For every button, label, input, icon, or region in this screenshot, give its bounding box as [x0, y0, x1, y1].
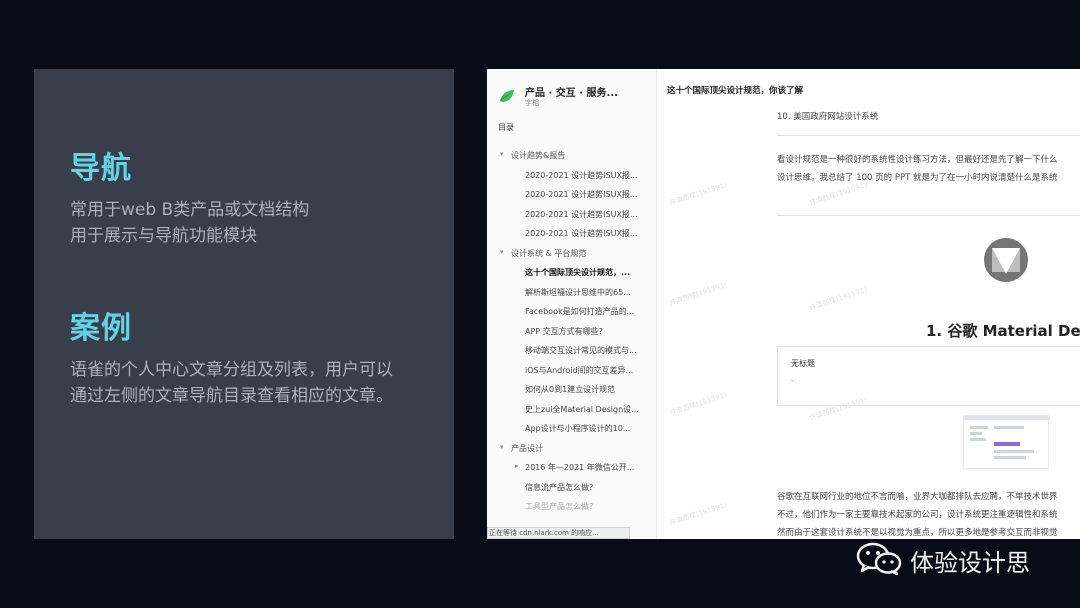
toc-item-label: 如何从0到1建立设计规范	[525, 385, 616, 394]
toc-item[interactable]: 移动端交互设计常见的模式与...	[487, 342, 657, 362]
toc-item[interactable]: 解析斯坦福设计思维中的65...	[487, 284, 657, 304]
toc-item[interactable]: App设计与小程序设计的10...	[487, 420, 657, 440]
section-title-navigation: 导航	[70, 151, 132, 186]
material-design-logo-icon	[984, 238, 1028, 282]
toc-item-label: 2020-2021 设计趋势ISUX报...	[525, 229, 638, 238]
watermark: 许滇西楼(191591)	[808, 285, 868, 313]
chevron-down-icon[interactable]: ▾	[500, 443, 504, 451]
watermark: 许滇西楼(191591)	[668, 280, 728, 308]
embed-card[interactable]: 无标题 -	[777, 346, 1080, 406]
paragraph-line: 看设计规范是一种很好的系统性设计练习方法，但最好还是先了解一下什么	[777, 155, 1058, 165]
watermark: 许滇西楼(191591)	[668, 180, 728, 208]
chevron-down-icon[interactable]: ▾	[500, 150, 504, 158]
toc-item-label: Facebook是如何打造产品的...	[525, 307, 635, 316]
thumbnail-block	[994, 450, 1034, 453]
info-card: 导航 常用于web B类产品或文档结构 用于展示与导航功能模块 案例 语雀的个人…	[34, 69, 454, 539]
navigation-description: 常用于web B类产品或文档结构 用于展示与导航功能模块	[70, 197, 309, 249]
yuque-screenshot: 产品 · 交互 · 服务... 宇相 目录 ▾ 设计趋势&报告 2020-2021 …	[487, 69, 1080, 539]
paragraph-line: 不过，他们作为一家主要靠技术起家的公司，设计系统更注重逻辑性和系统	[777, 510, 1058, 520]
yuque-logo-icon	[499, 90, 514, 102]
toc-item[interactable]: iOS与Android间的交互差异...	[487, 362, 657, 382]
paragraph-line: 谷歌在互联网行业的地位不言而喻，业界大咖都排队去应聘，不单技术世界	[777, 492, 1058, 502]
toc-group[interactable]: ▾ 设计系统 & 平台规范	[487, 245, 657, 265]
toc-item-label: APP 交互方式有哪些?	[525, 326, 603, 336]
toc-item-label: 工具型产品怎么做?	[525, 502, 594, 511]
toc-item[interactable]: ▸ 2016 年—2021 年微信公开...	[487, 459, 657, 479]
article-main: 这十个国际顶尖设计规范，你该了解 10. 美国政府网站设计系统 看设计规范是一种…	[658, 69, 1080, 539]
book-title[interactable]: 产品 · 交互 · 服务...	[525, 84, 618, 99]
brand-name: 体验设计思	[910, 549, 1030, 577]
toc-item-label: 这十个国际顶尖设计规范，...	[525, 268, 631, 277]
toc-item[interactable]: Facebook是如何打造产品的...	[487, 303, 657, 323]
toc-item[interactable]: 2020-2021 设计趋势ISUX报...	[487, 167, 657, 187]
navigation-description-line: 用于展示与导航功能模块	[70, 226, 257, 246]
section-title-case: 案例	[70, 311, 132, 346]
case-description: 语雀的个人中心文章分组及列表，用户可以 通过左侧的文章导航目录查看相应的文章。	[70, 357, 393, 409]
divider	[777, 215, 1080, 216]
toc-item-label: 设计趋势&报告	[511, 151, 566, 160]
embed-card-title: 无标题	[791, 359, 815, 368]
toc-label: 目录	[498, 123, 514, 132]
thumbnail-block	[970, 426, 988, 429]
toc-item[interactable]: 2020-2021 设计趋势ISUX报...	[487, 186, 657, 206]
thumbnail-header	[964, 416, 1050, 420]
toc-item[interactable]: APP 交互方式有哪些?	[487, 323, 657, 343]
article-title: 这十个国际顶尖设计规范，你该了解	[667, 86, 804, 96]
thumbnail-block	[970, 438, 986, 441]
case-description-line: 通过左侧的文章导航目录查看相应的文章。	[70, 386, 393, 406]
toc-item[interactable]: 这十个国际顶尖设计规范，...	[487, 264, 657, 284]
toc-item[interactable]: 如何从0到1建立设计规范	[487, 381, 657, 401]
toc-item-label: 2016 年—2021 年微信公开...	[525, 463, 635, 472]
toc-item[interactable]: 工具型产品怎么做?	[487, 498, 657, 518]
divider	[777, 135, 1080, 136]
chevron-right-icon[interactable]: ▸	[515, 462, 519, 470]
toc-list: ▾ 设计趋势&报告 2020-2021 设计趋势ISUX报... 2020-2021 …	[487, 147, 657, 518]
section-heading: 1. 谷歌 Material Design	[926, 322, 1080, 340]
toc-item[interactable]: 2020-2021 设计趋势ISUX报...	[487, 225, 657, 245]
toc-item-label: 移动端交互设计常见的模式与...	[525, 346, 637, 355]
toc-item-label: 2020-2021 设计趋势ISUX报...	[525, 190, 638, 199]
toc-item[interactable]: 信息流产品怎么做?	[487, 479, 657, 499]
toc-item-label: 2020-2021 设计趋势ISUX报...	[525, 170, 638, 180]
paragraph-line: 然而由于这套设计系统不是以视觉为重点，所以更多地是参考交互而非视觉	[777, 528, 1058, 538]
toc-item-label: iOS与Android间的交互差异...	[525, 365, 634, 375]
paragraph-line: 设计思维。我总结了 100 页的 PPT 就是为了在一小时内说清楚什么是系统	[777, 173, 1058, 183]
toc-item-label: 设计系统 & 平台规范	[511, 248, 587, 258]
toc-item[interactable]: 史上zui全Material Design设...	[487, 401, 657, 421]
thumbnail-accent	[994, 442, 1020, 446]
watermark: 许滇西楼(191591)	[668, 500, 728, 528]
wechat-icon	[856, 542, 902, 576]
toc-group[interactable]: ▾ 产品设计	[487, 440, 657, 460]
toc-group[interactable]: ▾ 设计趋势&报告	[487, 147, 657, 167]
thumbnail-block	[970, 432, 982, 435]
toc-item-label: 史上zui全Material Design设...	[525, 404, 639, 414]
thumbnail-block	[994, 426, 1024, 429]
thumbnail-image[interactable]	[963, 415, 1050, 469]
sidebar: 产品 · 交互 · 服务... 宇相 目录 ▾ 设计趋势&报告 2020-2021 …	[487, 69, 657, 539]
chevron-down-icon[interactable]: ▾	[500, 248, 504, 256]
book-author: 宇相	[525, 99, 539, 107]
thumbnail-block	[994, 456, 1026, 459]
toc-item-label: 产品设计	[511, 443, 543, 453]
toc-item-label: App设计与小程序设计的10...	[525, 424, 631, 433]
navigation-description-line: 常用于web B类产品或文档结构	[70, 200, 310, 220]
toc-item[interactable]: 2020-2021 设计趋势ISUX报...	[487, 206, 657, 226]
embed-card-placeholder: -	[791, 376, 794, 385]
list-item-10: 10. 美国政府网站设计系统	[777, 112, 879, 122]
toc-item-label: 2020-2021 设计趋势ISUX报...	[525, 209, 638, 219]
watermark: 许滇西楼(191591)	[808, 180, 868, 208]
status-bar: 正在等待 cdn.nlark.com 的响应...	[487, 527, 630, 539]
toc-item-label: 信息流产品怎么做?	[525, 482, 594, 492]
watermark: 许滇西楼(191591)	[668, 390, 728, 418]
toc-item-label: 解析斯坦福设计思维中的65...	[525, 287, 631, 297]
case-description-line: 语雀的个人中心文章分组及列表，用户可以	[70, 360, 393, 380]
